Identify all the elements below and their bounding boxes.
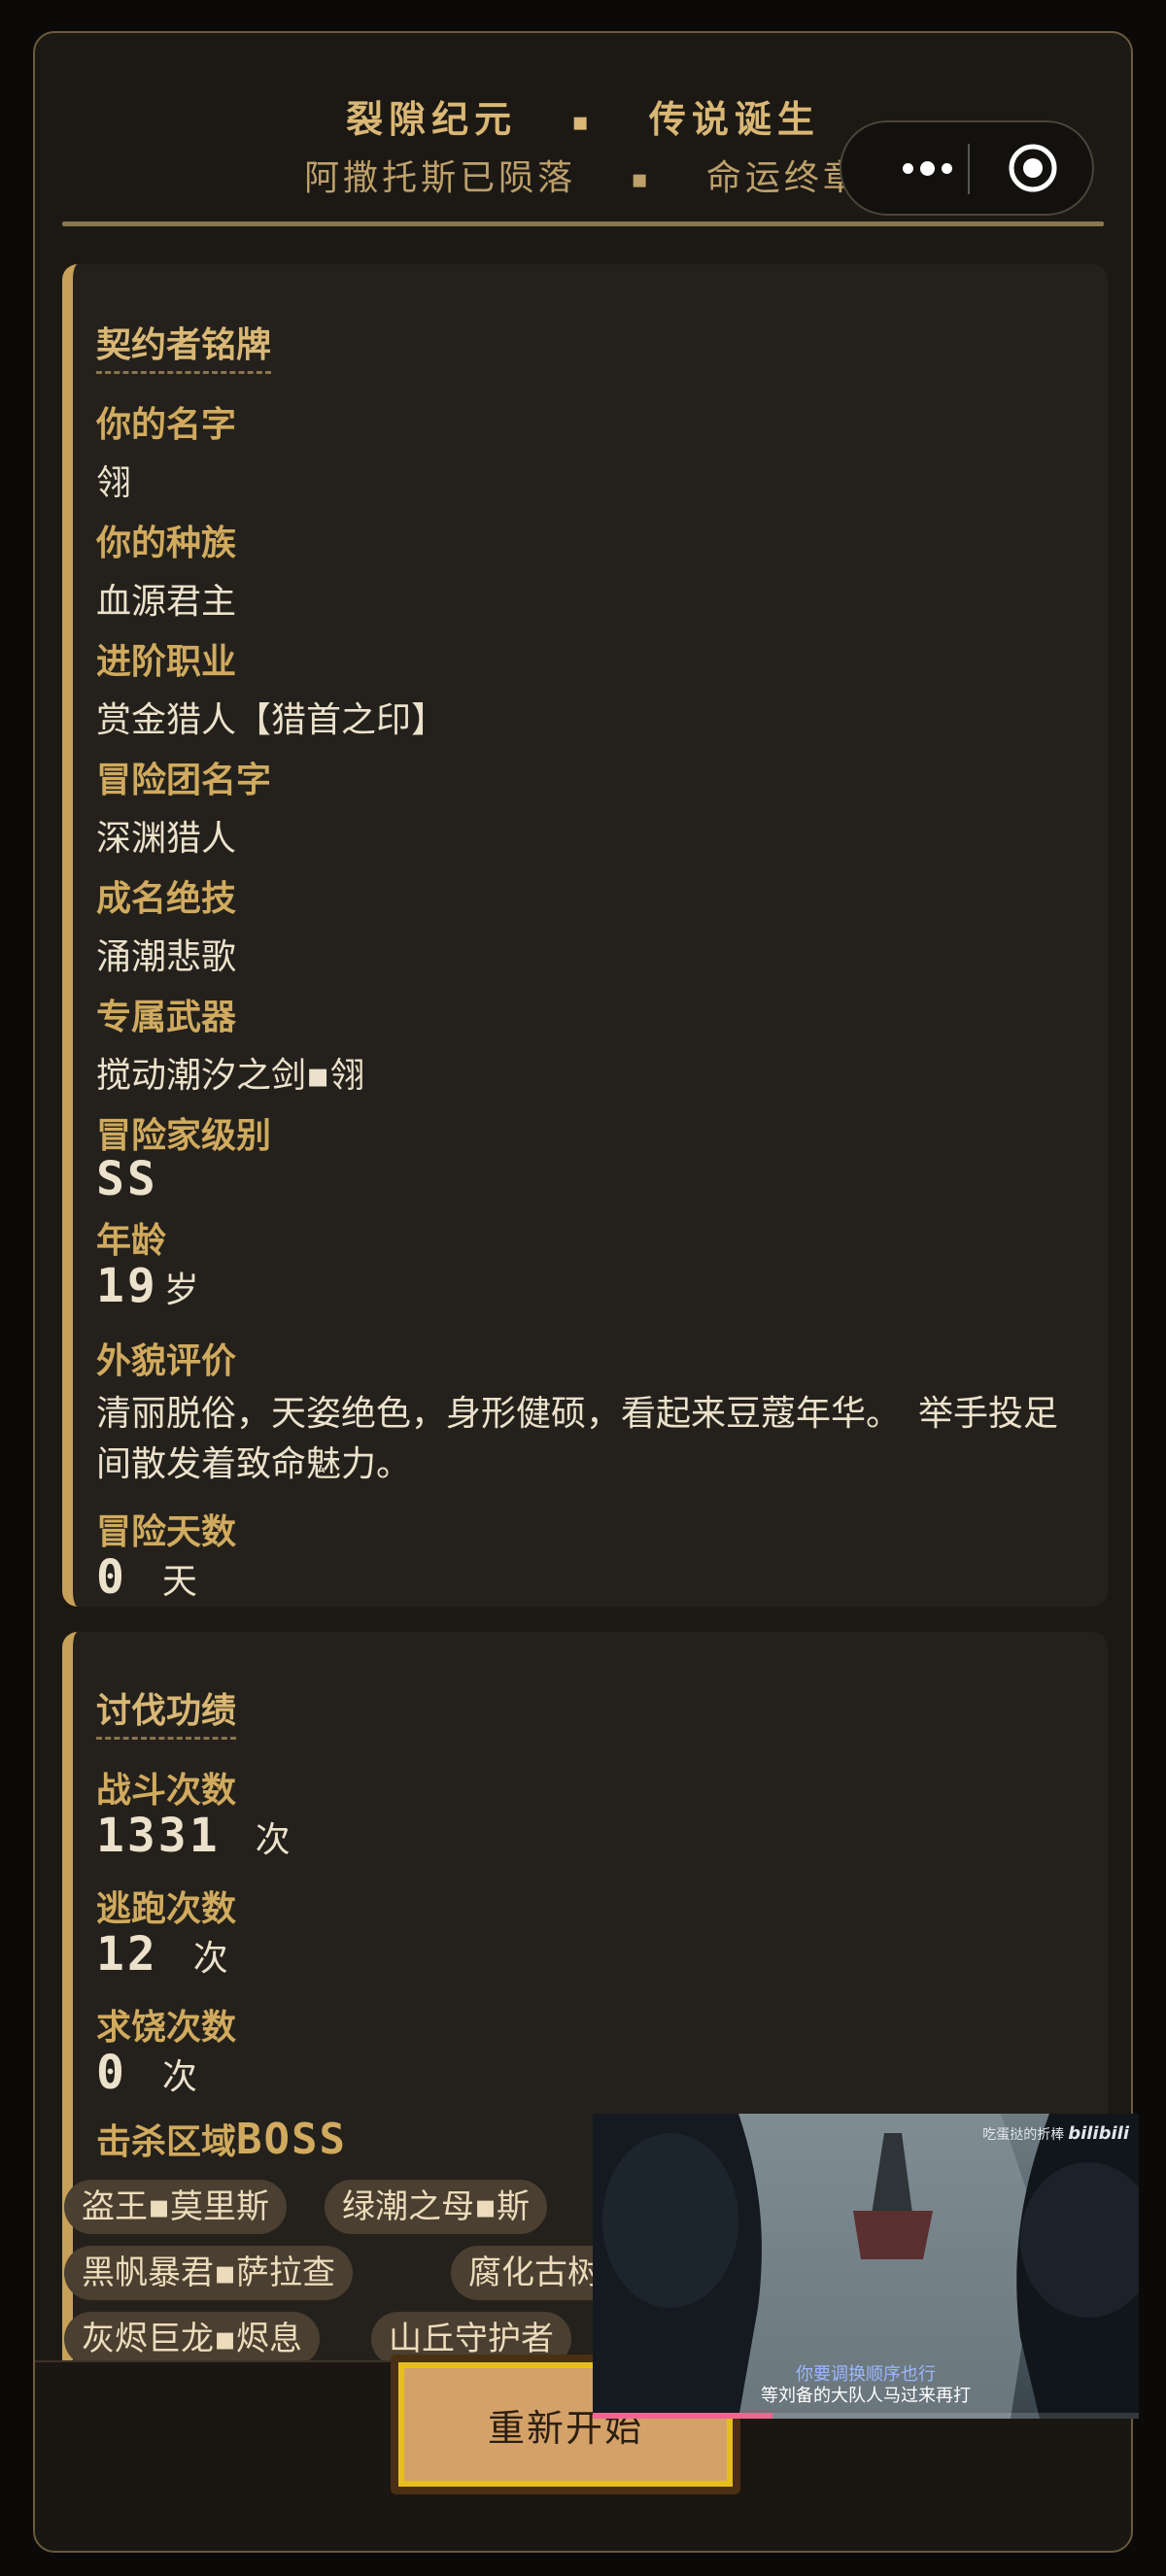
boss-tag[interactable]: 盗王▪莫里斯 — [64, 2180, 288, 2234]
era-title: 裂隙纪元 — [346, 98, 518, 141]
rank-label: 冒险家级别 — [96, 1116, 272, 1156]
days-unit: 天 — [161, 1562, 197, 1602]
boss-label-text: 击杀区域 — [96, 2122, 237, 2162]
days-label: 冒险天数 — [96, 1512, 237, 1552]
beg-label: 求饶次数 — [96, 2008, 237, 2048]
boss-tag[interactable]: 黑帆暴君▪萨拉查 — [64, 2246, 354, 2300]
uploader-name: 吃蛋挞的折棒 — [982, 2127, 1065, 2143]
boss-tag[interactable]: 灰烬巨龙▪烬息 — [64, 2312, 321, 2366]
skill-label: 成名绝技 — [96, 879, 237, 919]
header-divider — [62, 221, 1104, 226]
days-row: 0天 — [96, 1550, 197, 1605]
more-dots-icon[interactable] — [888, 122, 966, 214]
battle-unit: 次 — [255, 1820, 291, 1860]
final-chapter-text: 命运终章 — [705, 158, 862, 198]
beg-unit: 次 — [161, 2057, 197, 2097]
legend-title: 传说诞生 — [648, 98, 820, 141]
race-label: 你的种族 — [96, 524, 237, 563]
boss-label: 击杀区域BOSS — [96, 2114, 347, 2164]
capsule-divider — [968, 144, 970, 194]
job-value: 赏金猎人【猎首之印】 — [96, 700, 447, 740]
battle-label: 战斗次数 — [96, 1771, 237, 1811]
boss-tag[interactable]: 绿潮之母▪斯 — [325, 2180, 548, 2234]
days-value: 0 — [96, 1550, 127, 1605]
beg-row: 0次 — [96, 2046, 197, 2100]
weapon-value: 搅动潮汐之剑▪翎 — [96, 1056, 365, 1096]
name-label: 你的名字 — [96, 405, 237, 445]
card-title: 讨伐功绩 — [96, 1682, 237, 1740]
job-label: 进阶职业 — [96, 642, 237, 682]
separator-dot: ▪ — [631, 165, 652, 194]
age-value: 19 — [96, 1259, 158, 1313]
age-label: 年龄 — [96, 1221, 167, 1261]
team-value: 深渊猎人 — [96, 819, 237, 859]
skill-value: 涌潮悲歌 — [96, 937, 237, 977]
race-value: 血源君主 — [96, 582, 237, 622]
boss-label-emph: BOSS — [236, 2115, 347, 2164]
flee-unit: 次 — [192, 1939, 228, 1979]
name-value: 翎 — [96, 463, 132, 503]
age-row: 19 岁 — [96, 1259, 199, 1313]
contract-card: 契约者铭牌 你的名字 翎 你的种族 血源君主 进阶职业 赏金猎人【猎首之印】 冒… — [62, 264, 1108, 1607]
battle-row: 1331 次 — [96, 1809, 291, 1863]
beg-value: 0 — [96, 2046, 127, 2100]
mini-program-capsule — [840, 120, 1094, 216]
video-watermark: 吃蛋挞的折棒 bilibili — [982, 2123, 1129, 2144]
target-circle-icon[interactable] — [1007, 142, 1059, 194]
battle-value: 1331 — [96, 1809, 221, 1863]
looks-value: 清丽脱俗，天姿绝色，身形健硕，看起来豆蔻年华。 举手投足间散发着致命魅力。 — [96, 1394, 1059, 1484]
boss-fallen-text: 阿撒托斯已陨落 — [304, 158, 577, 198]
team-label: 冒险团名字 — [96, 761, 272, 800]
age-unit: 岁 — [163, 1271, 199, 1310]
video-progress-fill — [593, 2413, 773, 2419]
flee-label: 逃跑次数 — [96, 1889, 237, 1929]
weapon-label: 专属武器 — [96, 998, 237, 1037]
floating-video-player[interactable]: 吃蛋挞的折棒 bilibili 你要调换顺序也行 等刘备的大队人马过来再打 — [593, 2114, 1139, 2419]
flee-value: 12 — [96, 1927, 158, 1982]
rank-value: SS — [96, 1152, 158, 1206]
looks-label: 外貌评价 — [96, 1341, 237, 1381]
flee-row: 12 次 — [96, 1927, 228, 1982]
separator-dot: ▪ — [571, 107, 595, 137]
card-title: 契约者铭牌 — [96, 317, 272, 374]
bilibili-logo: bilibili — [1068, 2123, 1129, 2144]
video-subtitle-bottom: 等刘备的大队人马过来再打 — [761, 2386, 971, 2406]
